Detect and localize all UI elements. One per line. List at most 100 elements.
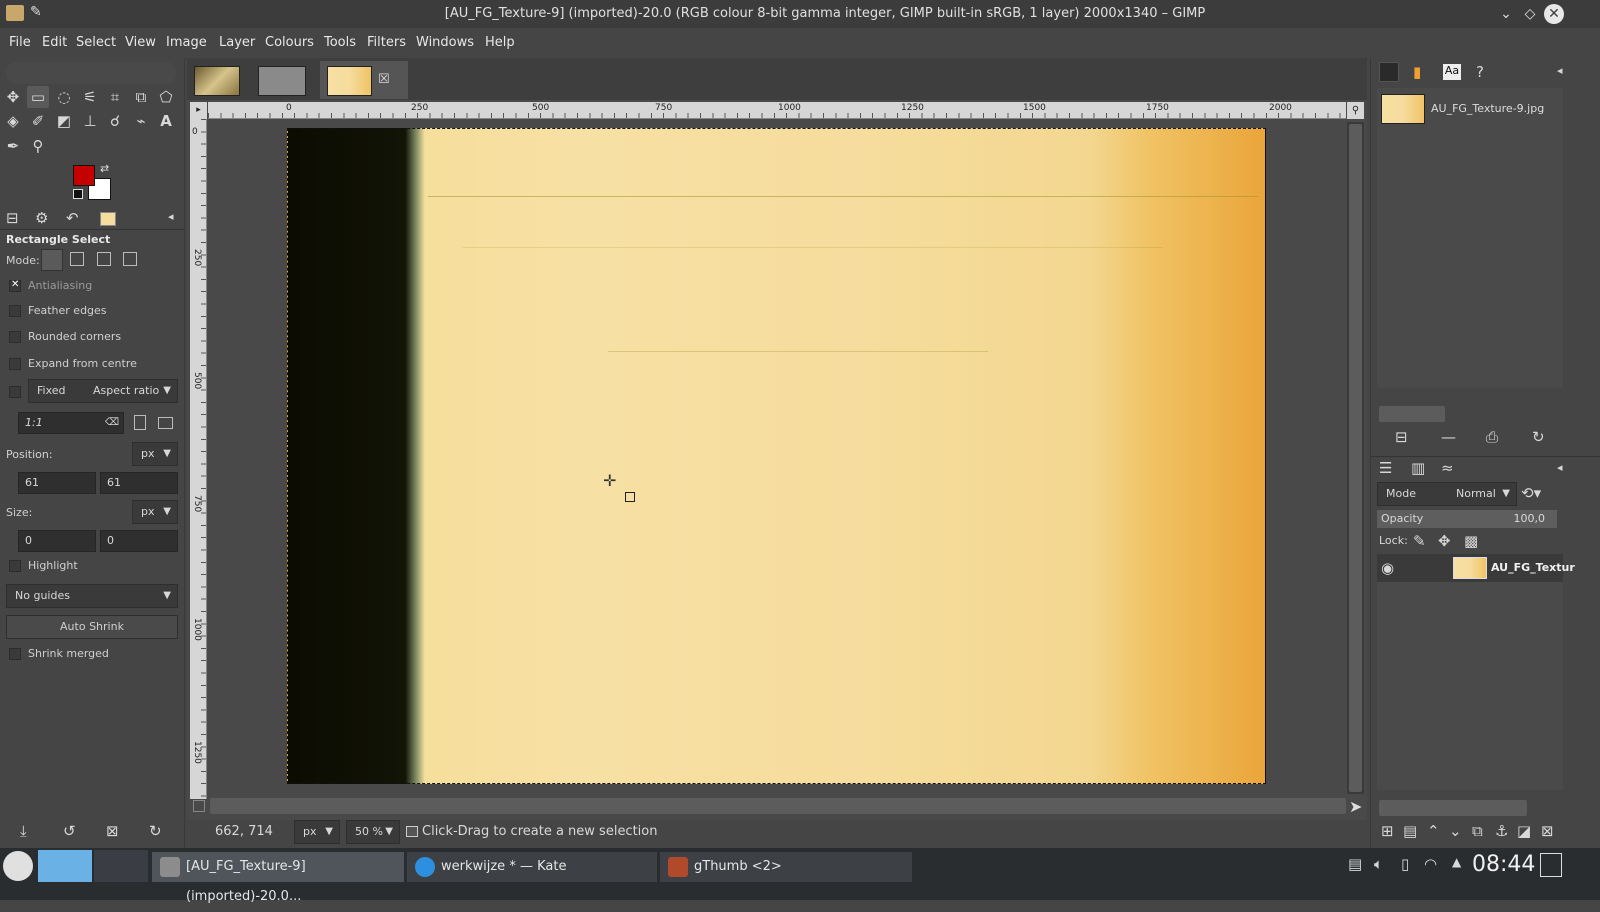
position-unit-combo[interactable]: px ▼ [132, 442, 178, 466]
fixed-checkbox[interactable] [9, 386, 21, 398]
crop-tool-icon[interactable]: ⌗ [104, 86, 126, 108]
menu-edit[interactable]: Edit [42, 35, 67, 50]
undo-history-tab-icon[interactable]: ↶ [66, 209, 79, 227]
task-gimp[interactable]: [AU_FG_Texture-9] (imported)-20.0... [152, 852, 404, 904]
landscape-icon[interactable] [158, 417, 173, 429]
duplicate-layer-icon[interactable]: ⧉ [1472, 822, 1483, 840]
auto-shrink-button[interactable]: Auto Shrink [6, 615, 178, 639]
zoom-combo[interactable]: 50 % ▼ [346, 820, 400, 844]
menu-colours[interactable]: Colours [265, 35, 314, 50]
paintbrush-icon[interactable]: ✐ [27, 110, 49, 132]
default-colors-icon[interactable] [73, 189, 83, 199]
image-list-item[interactable]: AU_FG_Texture-9.jpg [1379, 90, 1561, 128]
layer-row[interactable]: ◉ AU_FG_Textur [1377, 554, 1575, 582]
unified-transform-icon[interactable]: ⧉ [130, 86, 152, 108]
mode-add-button[interactable] [70, 252, 84, 266]
wifi-icon[interactable]: ◠ [1424, 855, 1437, 873]
layer-mode-reset-icon[interactable]: ⟲▾ [1521, 484, 1541, 502]
ratio-input[interactable]: 1:1 ⌫ [18, 412, 124, 434]
position-x-input[interactable]: 61 [18, 472, 96, 494]
launcher-icon[interactable] [3, 851, 33, 881]
app-menu-icon[interactable] [6, 5, 24, 21]
layers-tab-icon[interactable]: ☰ [1379, 459, 1392, 477]
color-picker-icon[interactable]: ✒ [2, 135, 24, 157]
tray-expand-icon[interactable]: ▲ [1452, 855, 1461, 869]
delete-layer-icon[interactable]: ⊠ [1541, 822, 1554, 840]
layer-mode-combo[interactable]: Mode Normal ▼ [1377, 482, 1517, 506]
fuzzy-select-tool-icon[interactable]: ⚟ [79, 86, 101, 108]
zoom-tool-icon[interactable]: ⚲ [27, 135, 49, 157]
battery-icon[interactable]: ▯ [1401, 855, 1409, 873]
horizontal-scrollbar[interactable] [210, 798, 1346, 814]
tool-options-tab-icon[interactable]: ⊟ [6, 209, 19, 227]
menu-view[interactable]: View [125, 35, 156, 50]
menu-tools[interactable]: Tools [324, 35, 356, 50]
dock-menu-icon[interactable]: ◂ [1557, 64, 1563, 77]
expand-from-centre-checkbox[interactable] [9, 358, 21, 370]
menu-help[interactable]: Help [485, 35, 515, 50]
menu-image[interactable]: Image [166, 35, 207, 50]
new-display-icon[interactable]: ⎙ [1486, 428, 1498, 446]
bucket-fill-icon[interactable]: ◈ [2, 110, 24, 132]
pager-desktop-2[interactable] [94, 850, 148, 882]
feather-edges-checkbox[interactable] [9, 305, 21, 317]
foreground-color-swatch[interactable] [73, 165, 95, 186]
show-desktop-icon[interactable] [1540, 853, 1562, 877]
channels-tab-icon[interactable]: ▥ [1411, 459, 1425, 477]
close-button[interactable]: ✕ [1544, 4, 1564, 24]
shrink-merged-checkbox[interactable] [9, 648, 21, 660]
device-status-tab-icon[interactable]: ⚙ [35, 209, 48, 227]
anchor-layer-icon[interactable]: ⚓ [1495, 822, 1508, 840]
lock-pixels-icon[interactable]: ✎ [1413, 532, 1426, 550]
vertical-scrollbar[interactable] [1347, 122, 1364, 794]
menu-layer[interactable]: Layer [219, 35, 255, 50]
image-canvas[interactable]: ✛ [287, 128, 1266, 784]
paths-tab-icon[interactable]: ≈ [1441, 459, 1454, 477]
clone-tool-icon[interactable]: ⊥ [79, 110, 101, 132]
horizontal-ruler[interactable]: 0 250 500 750 1000 1250 1500 1750 2000 [208, 102, 1346, 119]
size-width-input[interactable]: 0 [18, 530, 96, 552]
size-unit-combo[interactable]: px ▼ [132, 500, 178, 524]
free-select-tool-icon[interactable]: ◌ [53, 86, 75, 108]
warp-transform-icon[interactable]: ⬠ [155, 86, 177, 108]
vertical-scroll-thumb[interactable] [1349, 124, 1362, 792]
highlight-checkbox[interactable] [9, 560, 21, 572]
delete-options-icon[interactable]: ⊠ [106, 822, 119, 840]
vertical-ruler[interactable]: 0 250 500 750 1000 1250 [190, 119, 207, 799]
rect-select-tool-icon[interactable]: ▭ [27, 86, 49, 108]
images-scrollbar[interactable] [1379, 406, 1445, 422]
lower-layer-icon[interactable]: ⌄ [1449, 822, 1462, 840]
antialiasing-checkbox[interactable] [9, 279, 21, 292]
layers-scrollbar[interactable] [1379, 800, 1527, 816]
ruler-corner-icon[interactable]: ▸ [190, 102, 207, 119]
minimize-button[interactable]: ⌄ [1496, 4, 1516, 24]
delete-image-icon[interactable]: — [1441, 428, 1456, 446]
move-tool-icon[interactable]: ✥ [2, 86, 24, 108]
menu-filters[interactable]: Filters [367, 35, 406, 50]
menu-windows[interactable]: Windows [416, 35, 474, 50]
fixed-combo[interactable]: Fixed Aspect ratio ▼ [28, 379, 178, 403]
mode-intersect-button[interactable] [123, 252, 137, 266]
zoom-to-window-icon[interactable]: ⚲ [1347, 102, 1364, 119]
position-y-input[interactable]: 61 [100, 472, 178, 494]
swap-colors-icon[interactable]: ⇄ [100, 162, 109, 175]
menu-file[interactable]: File [9, 35, 31, 50]
size-height-input[interactable]: 0 [100, 530, 178, 552]
maximize-button[interactable]: ◇ [1520, 4, 1540, 24]
image-tab-2[interactable] [258, 66, 306, 96]
lock-position-icon[interactable]: ✥ [1438, 532, 1451, 550]
new-layer-group-icon[interactable]: ▤ [1403, 822, 1417, 840]
pin-icon[interactable]: ✎ [30, 4, 42, 20]
raise-layer-icon[interactable]: ⌃ [1427, 822, 1440, 840]
mode-subtract-button[interactable] [97, 252, 111, 266]
eraser-icon[interactable]: ◩ [53, 110, 75, 132]
guides-combo[interactable]: No guides ▼ [6, 584, 178, 608]
new-layer-icon[interactable]: ⊞ [1381, 822, 1394, 840]
menu-select[interactable]: Select [76, 35, 116, 50]
close-tab-icon[interactable]: ☒ [378, 72, 390, 87]
image-tab-1[interactable] [194, 66, 240, 96]
unit-combo[interactable]: px ▼ [294, 820, 340, 844]
task-gthumb[interactable]: gThumb <2> [660, 852, 912, 882]
lock-alpha-icon[interactable]: ▩ [1464, 532, 1478, 550]
fonts-tab-icon[interactable]: Aa [1443, 64, 1461, 80]
